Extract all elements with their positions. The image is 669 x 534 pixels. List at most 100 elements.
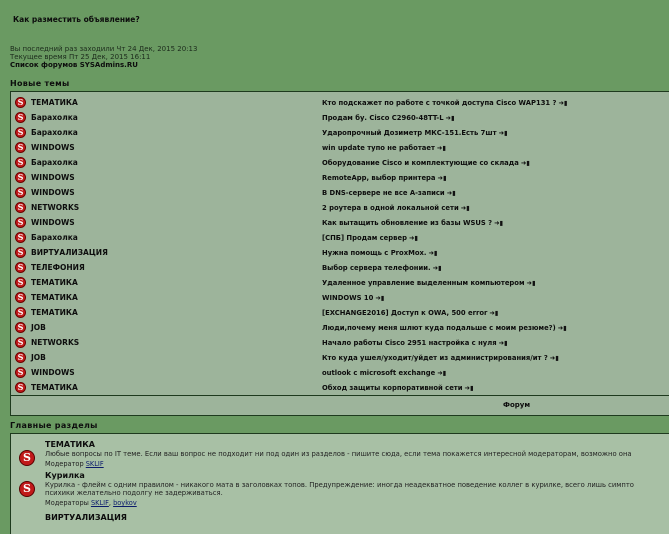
topic-category-link[interactable]: ВИРТУАЛИЗАЦИЯ [31,248,108,257]
topic-category-link[interactable]: Барахолка [31,158,78,167]
topic-category-link[interactable]: ТЕМАТИКА [31,278,78,287]
goto-post-icon[interactable]: ➜▮ [428,249,437,257]
topic-category-link[interactable]: Барахолка [31,128,78,137]
forum-list-link[interactable]: Список форумов SYSAdmins.RU [10,61,197,69]
goto-post-icon[interactable]: ➜▮ [375,294,384,302]
topic-row[interactable]: S Барахолка Ударопрочный Дозиметр МКС-151.… [11,125,669,140]
section-description: Курилка - флейм с одним правилом - никак… [45,481,634,497]
topic-row[interactable]: S ТЕМАТИКА WINDOWS 10 ➜▮ [11,290,669,305]
moderator-link[interactable]: boykov [113,499,137,507]
topic-category-link[interactable]: Барахолка [31,113,78,122]
topic-row[interactable]: S ВИРТУАЛИЗАЦИЯ Нужна помощь с ProxMox. ➜▮ [11,245,669,260]
topic-category-link[interactable]: Барахолка [31,233,78,242]
topic-row[interactable]: S ТЕМАТИКА [EXCHANGE2016] Доступ к OWA, 50… [11,305,669,320]
s-circle-icon: S [15,232,26,243]
topic-category-link[interactable]: ТЕМАТИКА [31,308,78,317]
topic-title-link[interactable]: [СПБ] Продам сервер [322,234,407,242]
topic-category-link[interactable]: NETWORKS [31,338,79,347]
topic-category-link[interactable]: WINDOWS [31,368,75,377]
goto-post-icon[interactable]: ➜▮ [550,354,559,362]
topic-row[interactable]: S WINDOWS win update тупо не работает ➜▮ [11,140,669,155]
topic-row[interactable]: S Барахолка Продам бу. Cisco C2960-48TT-L ➜… [11,110,669,125]
goto-post-icon[interactable]: ➜▮ [499,339,508,347]
topic-title-link[interactable]: Начало работы Cisco 2951 настройка с нул… [322,339,497,347]
goto-post-icon[interactable]: ➜▮ [433,264,442,272]
topic-row[interactable]: S JOB Кто куда ушел/уходит/уйдет из админи… [11,350,669,365]
section-moderators: Модератор SKLIF [45,460,104,468]
topic-title-link[interactable]: Обход защиты корпоративной сети [322,384,463,392]
topic-title-link[interactable]: Кто подскажет по работе с точкой доступа… [322,99,556,107]
topic-title-link[interactable]: Удаленное управление выделенным компьюте… [322,279,525,287]
topic-title-link[interactable]: Ударопрочный Дозиметр МКС-151.Есть 7шт [322,129,497,137]
topic-title-link[interactable]: Люди,почему меня шлют куда подальше с мо… [322,324,556,332]
goto-post-icon[interactable]: ➜▮ [446,114,455,122]
topic-title-link[interactable]: Выбор сервера телефонии. [322,264,431,272]
goto-post-icon[interactable]: ➜▮ [447,189,456,197]
topic-row[interactable]: S ТЕЛЕФОНИЯ Выбор сервера телефонии. ➜▮ [11,260,669,275]
topic-title-link[interactable]: [EXCHANGE2016] Доступ к OWA, 500 error [322,309,487,317]
topic-title-link[interactable]: 2 роутера в одной локальной сети [322,204,459,212]
topic-row[interactable]: S JOB Люди,почему меня шлют куда подальше … [11,320,669,335]
topic-row[interactable]: S ТЕМАТИКА Кто подскажет по работе с точко… [11,95,669,110]
s-circle-icon: S [15,277,26,288]
moderators-label: Модератор [45,460,84,468]
topic-title-link[interactable]: Нужна помощь с ProxMox. [322,249,426,257]
topic-row[interactable]: S WINDOWS В DNS-сервере не все A-записи ➜▮ [11,185,669,200]
goto-post-icon[interactable]: ➜▮ [465,384,474,392]
topic-title-link[interactable]: В DNS-сервере не все A-записи [322,189,445,197]
topic-category-link[interactable]: WINDOWS [31,188,75,197]
topic-title-link[interactable]: RemoteApp, выбор принтера [322,174,436,182]
topic-row[interactable]: S WINDOWS Как вытащить обновление из базы … [11,215,669,230]
s-circle-icon: S [19,450,35,466]
section-name[interactable]: ТЕМАТИКА [45,440,95,449]
topic-row[interactable]: S WINDOWS outlook с microsoft exchange ➜▮ [11,365,669,380]
topic-row[interactable]: S NETWORKS Начало работы Cisco 2951 настро… [11,335,669,350]
topic-title-link[interactable]: outlook с microsoft exchange [322,369,435,377]
s-circle-icon: S [15,217,26,228]
topic-category-link[interactable]: WINDOWS [31,218,75,227]
topic-category-link[interactable]: WINDOWS [31,173,75,182]
goto-post-icon[interactable]: ➜▮ [558,99,567,107]
forum-label[interactable]: Форум [503,401,530,409]
goto-post-icon[interactable]: ➜▮ [438,174,447,182]
goto-post-icon[interactable]: ➜▮ [521,159,530,167]
topic-title-link[interactable]: Кто куда ушел/уходит/уйдет из администри… [322,354,548,362]
s-circle-icon: S [15,367,26,378]
moderator-link[interactable]: SKLIF [86,460,104,468]
topic-row[interactable]: S WINDOWS RemoteApp, выбор принтера ➜▮ [11,170,669,185]
topic-row[interactable]: S Барахолка Оборудование Cisco и комплекту… [11,155,669,170]
current-time-text: Текущее время Пт 25 Дек, 2015 16:11 [10,53,151,61]
goto-post-icon[interactable]: ➜▮ [409,234,418,242]
topic-category-link[interactable]: ТЕМАТИКА [31,98,78,107]
topic-category-link[interactable]: ТЕЛЕФОНИЯ [31,263,85,272]
topic-row[interactable]: S ТЕМАТИКА Удаленное управление выделенным… [11,275,669,290]
topic-title-link[interactable]: Оборудование Cisco и комплектующие со ск… [322,159,519,167]
goto-post-icon[interactable]: ➜▮ [527,279,536,287]
topic-category-link[interactable]: NETWORKS [31,203,79,212]
topic-category-link[interactable]: ТЕМАТИКА [31,383,78,392]
goto-post-icon[interactable]: ➜▮ [558,324,567,332]
s-circle-icon: S [15,382,26,393]
topic-category-link[interactable]: ТЕМАТИКА [31,293,78,302]
topic-category-link[interactable]: WINDOWS [31,143,75,152]
topic-row[interactable]: S ТЕМАТИКА Обход защиты корпоративной сети… [11,380,669,395]
topic-title-link[interactable]: Продам бу. Cisco C2960-48TT-L [322,114,444,122]
topic-row[interactable]: S NETWORKS 2 роутера в одной локальной сет… [11,200,669,215]
goto-post-icon[interactable]: ➜▮ [489,309,498,317]
goto-post-icon[interactable]: ➜▮ [494,219,503,227]
moderator-link[interactable]: SKLIF [91,499,109,507]
goto-post-icon[interactable]: ➜▮ [461,204,470,212]
topic-category-link[interactable]: JOB [31,353,46,362]
goto-post-icon[interactable]: ➜▮ [499,129,508,137]
topic-title-link[interactable]: win update тупо не работает [322,144,435,152]
s-circle-icon: S [15,142,26,153]
new-topics-heading: Новые темы [10,79,70,88]
topic-title-link[interactable]: Как вытащить обновление из базы WSUS ? [322,219,492,227]
goto-post-icon[interactable]: ➜▮ [437,369,446,377]
section-name[interactable]: Курилка [45,471,85,480]
topic-row[interactable]: S Барахолка [СПБ] Продам сервер ➜▮ [11,230,669,245]
topic-category-link[interactable]: JOB [31,323,46,332]
goto-post-icon[interactable]: ➜▮ [437,144,446,152]
how-to-post-link[interactable]: Как разместить объявление? [13,15,140,24]
topic-title-link[interactable]: WINDOWS 10 [322,294,373,302]
